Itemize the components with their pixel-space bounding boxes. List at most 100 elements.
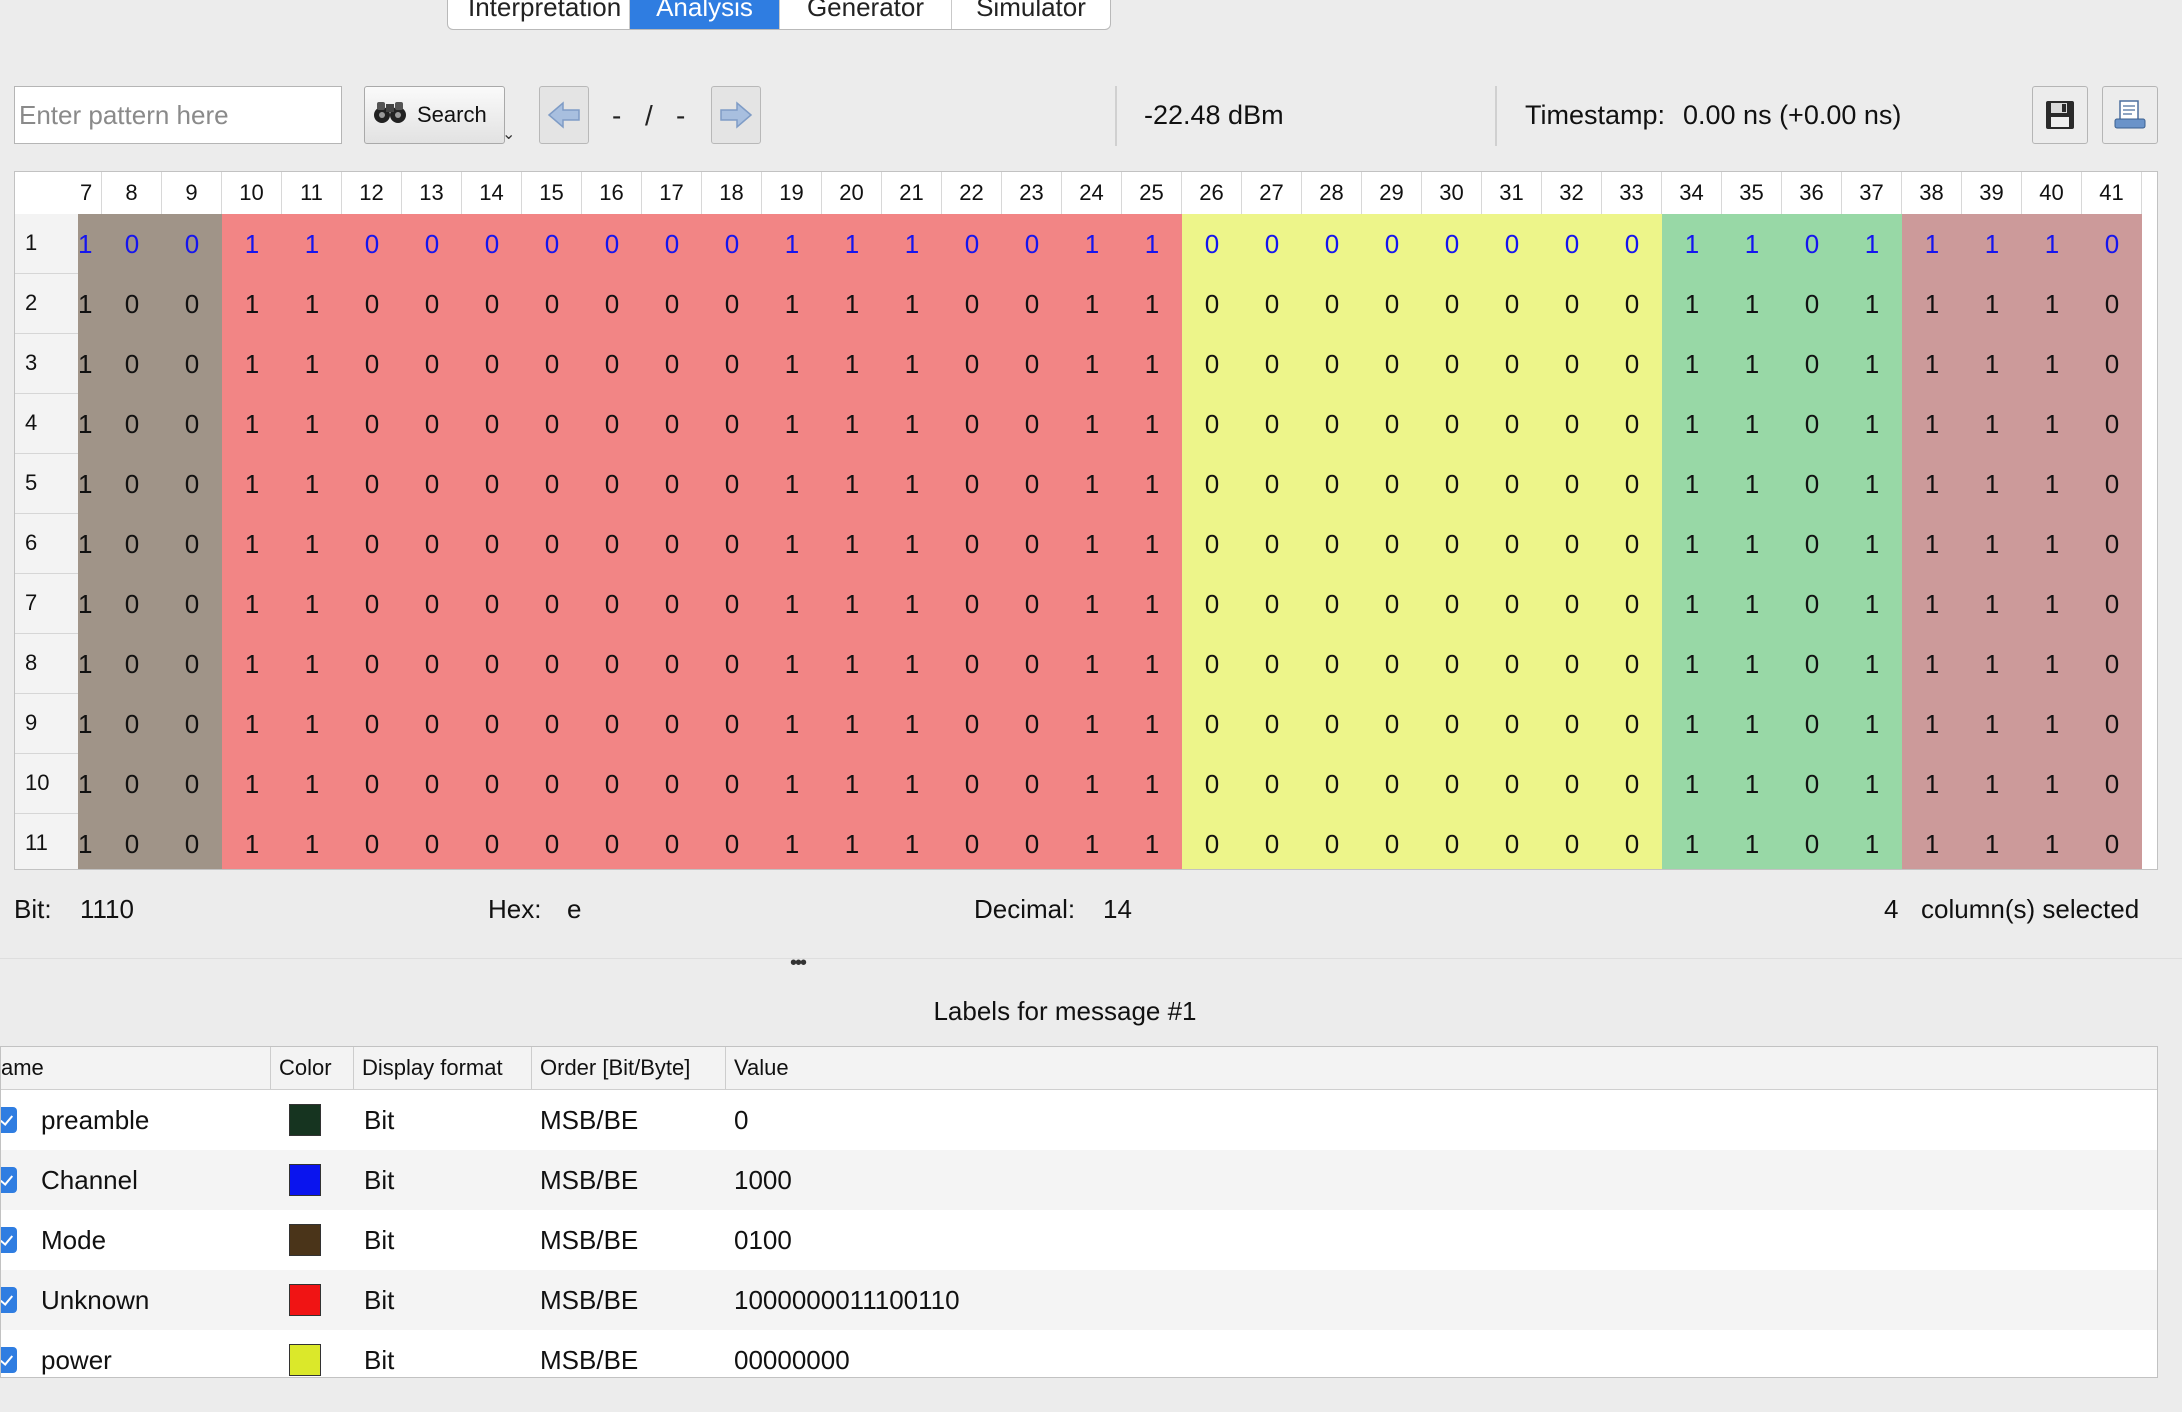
bit-cell[interactable]: 0 [582, 754, 642, 814]
header-order[interactable]: Order [Bit/Byte] [532, 1047, 726, 1089]
column-header-11[interactable]: 11 [282, 172, 342, 214]
bit-cell[interactable]: 0 [1242, 514, 1302, 574]
bit-cell[interactable]: 1 [2022, 814, 2082, 869]
bit-cell[interactable]: 0 [162, 514, 222, 574]
bit-cell[interactable]: 1 [1062, 574, 1122, 634]
bit-cell[interactable]: 1 [882, 334, 942, 394]
bit-cell[interactable]: 0 [522, 634, 582, 694]
bit-cell[interactable]: 1 [1722, 514, 1782, 574]
bit-cell[interactable]: 0 [1302, 454, 1362, 514]
bit-cell[interactable]: 1 [1902, 214, 1962, 274]
bit-cell[interactable]: 0 [1602, 334, 1662, 394]
column-header-26[interactable]: 26 [1182, 172, 1242, 214]
header-value[interactable]: Value [726, 1047, 2157, 1089]
tab-analysis[interactable]: Analysis [630, 0, 780, 29]
row-header-7[interactable]: 7 [15, 574, 78, 634]
bit-cell[interactable]: 0 [942, 214, 1002, 274]
bit-cell[interactable]: 0 [642, 574, 702, 634]
bit-cell[interactable]: 1 [882, 454, 942, 514]
bit-cell[interactable]: 1 [882, 634, 942, 694]
bit-cell[interactable]: 0 [1302, 214, 1362, 274]
bit-cell[interactable]: 1 [282, 814, 342, 869]
bit-cell[interactable]: 0 [462, 454, 522, 514]
column-header-25[interactable]: 25 [1122, 172, 1182, 214]
bit-cell[interactable]: 1 [1842, 814, 1902, 869]
bit-cell[interactable]: 0 [1482, 694, 1542, 754]
bit-cell[interactable]: 0 [942, 334, 1002, 394]
bit-cell[interactable]: 0 [1302, 814, 1362, 869]
bit-cell[interactable]: 1 [822, 454, 882, 514]
bit-cell[interactable]: 0 [402, 394, 462, 454]
bit-cell[interactable]: 0 [102, 214, 162, 274]
bit-cell[interactable]: 0 [942, 394, 1002, 454]
bit-cell[interactable]: 0 [1782, 694, 1842, 754]
bit-cell[interactable]: 0 [1602, 574, 1662, 634]
bit-cell[interactable]: 0 [702, 334, 762, 394]
bit-cell[interactable]: 1 [1962, 754, 2022, 814]
bit-cell[interactable]: 1 [1122, 394, 1182, 454]
bit-cell[interactable]: 1 [762, 274, 822, 334]
bit-cell[interactable]: 0 [1782, 214, 1842, 274]
bit-cell[interactable]: 0 [1182, 334, 1242, 394]
bit-cell[interactable]: 1 [822, 814, 882, 869]
bit-cell[interactable]: 1 [1962, 574, 2022, 634]
bit-cell[interactable]: 1 [222, 214, 282, 274]
bit-cell[interactable]: 0 [102, 694, 162, 754]
bit-cell[interactable]: 0 [1362, 334, 1422, 394]
label-row[interactable]: preamble Bit MSB/BE 0 [1, 1090, 2157, 1150]
bit-cell[interactable]: 0 [1242, 214, 1302, 274]
bit-cell[interactable]: 0 [342, 514, 402, 574]
bit-cell[interactable]: 0 [342, 214, 402, 274]
bit-cell[interactable]: 0 [642, 214, 702, 274]
bit-cell[interactable]: 1 [1662, 514, 1722, 574]
column-header-9[interactable]: 9 [162, 172, 222, 214]
bit-cell[interactable]: 1 [1122, 754, 1182, 814]
bit-cell[interactable]: 0 [462, 814, 522, 869]
bit-cell[interactable]: 1 [2022, 574, 2082, 634]
bit-cell[interactable]: 0 [1422, 574, 1482, 634]
column-header-36[interactable]: 36 [1782, 172, 1842, 214]
bit-cell[interactable]: 1 [1902, 694, 1962, 754]
bit-cell[interactable]: 1 [1962, 814, 2022, 869]
bit-cell[interactable]: 0 [642, 274, 702, 334]
bit-cell[interactable]: 0 [462, 694, 522, 754]
bit-cell[interactable]: 0 [1002, 754, 1062, 814]
color-swatch[interactable] [289, 1104, 321, 1136]
label-display-format[interactable]: Bit [354, 1165, 532, 1196]
bit-cell[interactable]: 1 [78, 634, 102, 694]
next-result-button[interactable] [711, 86, 761, 144]
bit-cell[interactable]: 1 [2022, 274, 2082, 334]
bit-cell[interactable]: 0 [1602, 214, 1662, 274]
bit-cell[interactable]: 1 [1062, 814, 1122, 869]
bit-cell[interactable]: 0 [522, 334, 582, 394]
column-header-33[interactable]: 33 [1602, 172, 1662, 214]
column-header-29[interactable]: 29 [1362, 172, 1422, 214]
bit-cell[interactable]: 1 [1842, 454, 1902, 514]
bit-cell[interactable]: 1 [222, 814, 282, 869]
bit-cell[interactable]: 0 [1302, 634, 1362, 694]
column-header-27[interactable]: 27 [1242, 172, 1302, 214]
bit-cell[interactable]: 0 [342, 274, 402, 334]
bit-cell[interactable]: 0 [102, 394, 162, 454]
bit-cell[interactable]: 0 [1302, 394, 1362, 454]
row-header-9[interactable]: 9 [15, 694, 78, 754]
bit-cell[interactable]: 1 [1722, 274, 1782, 334]
header-display-format[interactable]: Display format [354, 1047, 532, 1089]
bit-cell[interactable]: 0 [1362, 574, 1422, 634]
column-header-28[interactable]: 28 [1302, 172, 1362, 214]
bit-cell[interactable]: 0 [2082, 274, 2142, 334]
search-input[interactable] [14, 86, 342, 144]
tab-generator[interactable]: Generator [780, 0, 952, 29]
bit-cell[interactable]: 1 [1722, 634, 1782, 694]
bit-cell[interactable]: 0 [702, 394, 762, 454]
bit-cell[interactable]: 0 [402, 274, 462, 334]
bit-cell[interactable]: 0 [1002, 574, 1062, 634]
bit-cell[interactable]: 0 [522, 454, 582, 514]
bit-cell[interactable]: 1 [1842, 634, 1902, 694]
bit-cell[interactable]: 1 [882, 574, 942, 634]
bit-cell[interactable]: 1 [1902, 634, 1962, 694]
bit-cell[interactable]: 0 [1482, 574, 1542, 634]
bit-cell[interactable]: 0 [1242, 634, 1302, 694]
bit-cell[interactable]: 1 [822, 214, 882, 274]
bit-cell[interactable]: 0 [102, 634, 162, 694]
